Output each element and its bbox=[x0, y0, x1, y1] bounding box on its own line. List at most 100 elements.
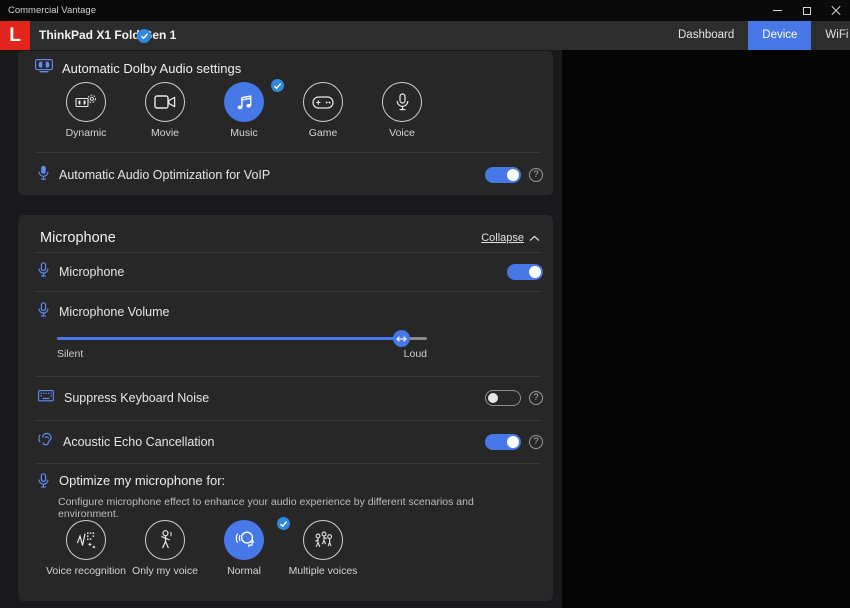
divider bbox=[35, 252, 540, 253]
mic-mode-label: Multiple voices bbox=[289, 565, 358, 577]
slider-thumb[interactable] bbox=[393, 330, 410, 347]
optimize-label: Optimize my microphone for: bbox=[59, 473, 225, 488]
app-window: Commercial Vantage L ThinkPad X1 Fold Ge… bbox=[0, 0, 850, 608]
dolby-section-header: Automatic Dolby Audio settings bbox=[35, 58, 241, 78]
microphone-section-header: Microphone Collapse bbox=[40, 225, 540, 251]
divider bbox=[35, 420, 540, 421]
mic-mode-label: Normal bbox=[227, 565, 261, 577]
window-title: Commercial Vantage bbox=[8, 5, 96, 16]
dolby-mode-label: Dynamic bbox=[66, 127, 107, 139]
optimize-description: Configure microphone effect to enhance y… bbox=[58, 496, 533, 520]
mic-mode-normal[interactable]: Normal bbox=[202, 520, 286, 577]
window-controls bbox=[763, 0, 850, 21]
normal-speaking-head-icon bbox=[224, 520, 264, 560]
multiple-voices-icon bbox=[303, 520, 343, 560]
mic-mode-only-my-voice[interactable]: Only my voice bbox=[123, 520, 207, 577]
suppress-keyboard-help-icon[interactable]: ? bbox=[529, 391, 543, 405]
empty-background bbox=[562, 50, 850, 608]
maximize-icon bbox=[803, 7, 811, 15]
voice-mode-icon bbox=[382, 82, 422, 122]
dolby-logo-icon bbox=[35, 59, 53, 78]
verified-badge-icon bbox=[137, 29, 151, 43]
echo-cancellation-toggle[interactable] bbox=[485, 434, 521, 450]
dynamic-mode-icon bbox=[66, 82, 106, 122]
dolby-mode-movie[interactable]: Movie bbox=[129, 82, 201, 139]
lenovo-logo-letter: L bbox=[9, 26, 21, 45]
dolby-mode-dynamic[interactable]: Dynamic bbox=[50, 82, 122, 139]
minimize-icon bbox=[773, 10, 782, 11]
microphone-card: Microphone Collapse Microphone bbox=[18, 215, 553, 601]
game-mode-icon bbox=[303, 82, 343, 122]
echo-cancellation-row: Acoustic Echo Cancellation ? bbox=[38, 429, 543, 455]
mic-mode-multiple-voices[interactable]: Multiple voices bbox=[281, 520, 365, 577]
mic-mode-label: Voice recognition bbox=[46, 565, 126, 577]
voip-toggle[interactable] bbox=[485, 167, 521, 183]
dolby-mode-label: Movie bbox=[151, 127, 179, 139]
voip-label: Automatic Audio Optimization for VoIP bbox=[59, 168, 270, 182]
volume-row: Microphone Volume bbox=[38, 301, 543, 323]
collapse-label: Collapse bbox=[481, 232, 524, 244]
content-area: Automatic Dolby Audio settings Dynamic bbox=[0, 50, 562, 608]
echo-cancellation-help-icon[interactable]: ? bbox=[529, 435, 543, 449]
optimize-mic-icon bbox=[38, 473, 49, 494]
voip-row: Automatic Audio Optimization for VoIP ? bbox=[38, 161, 543, 189]
movie-mode-icon bbox=[145, 82, 185, 122]
toggle-knob bbox=[507, 436, 519, 448]
voip-mic-icon bbox=[38, 165, 49, 186]
device-name: ThinkPad X1 Fold Gen 1 bbox=[39, 21, 176, 50]
dolby-mode-music[interactable]: Music bbox=[208, 82, 280, 139]
nav-wifi-security[interactable]: WiFi security bbox=[811, 21, 850, 50]
ear-icon bbox=[38, 432, 53, 453]
toggle-knob bbox=[488, 393, 498, 403]
keyboard-icon bbox=[38, 389, 54, 407]
slider-min-label: Silent bbox=[57, 348, 83, 360]
suppress-keyboard-label: Suppress Keyboard Noise bbox=[64, 391, 209, 405]
volume-label: Microphone Volume bbox=[59, 305, 169, 319]
mic-mode-label: Only my voice bbox=[132, 565, 198, 577]
divider bbox=[35, 152, 540, 153]
dolby-mode-label: Voice bbox=[389, 127, 415, 139]
dolby-mode-voice[interactable]: Voice bbox=[366, 82, 438, 139]
nav-dashboard[interactable]: Dashboard bbox=[664, 21, 748, 50]
title-bar: Commercial Vantage bbox=[0, 0, 850, 21]
echo-cancellation-label: Acoustic Echo Cancellation bbox=[63, 435, 214, 449]
slider-fill bbox=[57, 337, 401, 340]
microphone-icon bbox=[38, 262, 49, 283]
slider-max-label: Loud bbox=[404, 348, 427, 360]
optimize-header: Optimize my microphone for: bbox=[38, 473, 225, 494]
app-header: L ThinkPad X1 Fold Gen 1 Dashboard Devic… bbox=[0, 21, 850, 50]
voip-help-icon[interactable]: ? bbox=[529, 168, 543, 182]
dolby-mode-game[interactable]: Game bbox=[287, 82, 359, 139]
selected-check-badge bbox=[270, 78, 285, 93]
toggle-knob bbox=[507, 169, 519, 181]
dolby-section-title: Automatic Dolby Audio settings bbox=[62, 61, 241, 76]
divider bbox=[35, 376, 540, 377]
voice-recognition-icon bbox=[66, 520, 106, 560]
divider bbox=[35, 463, 540, 464]
mic-mode-voice-recognition[interactable]: Voice recognition bbox=[44, 520, 128, 577]
nav-device[interactable]: Device bbox=[748, 21, 811, 50]
maximize-button[interactable] bbox=[792, 0, 821, 21]
lenovo-logo: L bbox=[0, 21, 30, 50]
close-icon bbox=[831, 6, 841, 16]
volume-slider[interactable] bbox=[57, 330, 427, 346]
volume-mic-icon bbox=[38, 302, 49, 323]
dolby-mode-label: Music bbox=[230, 127, 257, 139]
suppress-keyboard-row: Suppress Keyboard Noise ? bbox=[38, 385, 543, 411]
music-mode-icon bbox=[224, 82, 264, 122]
chevron-up-icon bbox=[529, 235, 540, 242]
microphone-toggle[interactable] bbox=[507, 264, 543, 280]
suppress-keyboard-toggle[interactable] bbox=[485, 390, 521, 406]
close-button[interactable] bbox=[821, 0, 850, 21]
horizontal-arrows-icon bbox=[396, 335, 407, 343]
slider-minmax-labels: Silent Loud bbox=[57, 348, 427, 360]
dolby-mode-label: Game bbox=[309, 127, 338, 139]
toggle-knob bbox=[529, 266, 541, 278]
microphone-label: Microphone bbox=[59, 265, 124, 279]
microphone-row: Microphone bbox=[38, 259, 543, 285]
minimize-button[interactable] bbox=[763, 0, 792, 21]
collapse-link[interactable]: Collapse bbox=[481, 232, 540, 244]
dolby-audio-card: Automatic Dolby Audio settings Dynamic bbox=[18, 51, 553, 195]
divider bbox=[35, 291, 540, 292]
top-nav: Dashboard Device WiFi security bbox=[664, 21, 850, 50]
